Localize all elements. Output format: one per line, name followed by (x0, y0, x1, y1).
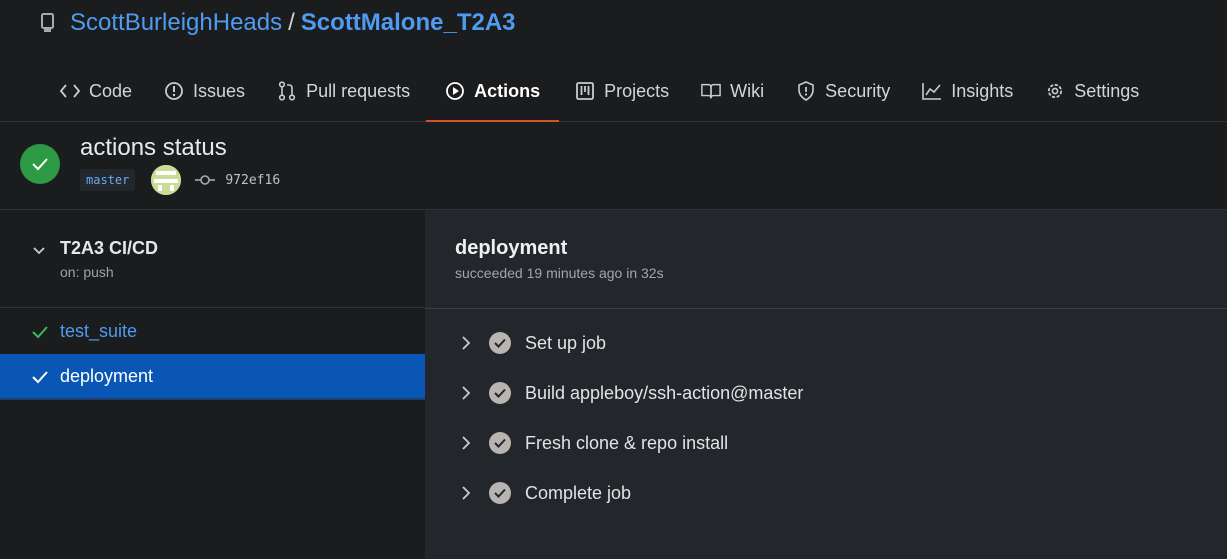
workflow-header[interactable]: T2A3 CI/CD on: push (0, 210, 425, 308)
check-circle-icon (489, 382, 511, 404)
tab-label: Insights (951, 80, 1014, 101)
chevron-right-icon[interactable] (460, 385, 472, 401)
tab-pull-requests[interactable]: Pull requests (261, 66, 426, 116)
repo-icon (40, 12, 58, 34)
code-icon (60, 81, 80, 101)
step-label: Set up job (525, 333, 607, 353)
tab-label: Actions (474, 80, 541, 101)
tab-label: Wiki (730, 80, 765, 101)
step-row[interactable]: Set up job (425, 321, 1227, 365)
check-circle-icon (489, 432, 511, 454)
job-title: deployment (455, 237, 568, 259)
repo-nav-tabs: Code Issues Pull requests Actions Projec… (44, 66, 1155, 122)
tab-label: Issues (193, 80, 246, 101)
workflow-name: T2A3 CI/CD (60, 238, 159, 258)
tab-settings[interactable]: Settings (1029, 66, 1155, 116)
repo-owner-link[interactable]: ScottBurleighHeads (70, 9, 282, 37)
pull-request-icon (277, 81, 297, 101)
run-success-icon (20, 144, 60, 184)
workflow-sidebar: T2A3 CI/CD on: push test_suite deploymen… (0, 210, 425, 559)
gear-icon (1045, 81, 1065, 101)
check-icon (31, 369, 49, 385)
check-circle-icon (489, 332, 511, 354)
run-meta: master 972ef16 (80, 165, 280, 195)
play-icon (445, 81, 465, 101)
step-label: Build appleboy/ssh-action@master (525, 383, 804, 403)
job-item-deployment[interactable]: deployment (0, 354, 425, 400)
step-label: Fresh clone & repo install (525, 433, 729, 453)
job-summary: succeeded 19 minutes ago in 32s (455, 265, 664, 281)
tab-projects[interactable]: Projects (559, 66, 685, 116)
chevron-right-icon[interactable] (460, 485, 472, 501)
chevron-down-icon[interactable] (32, 244, 46, 258)
repo-name-link[interactable]: ScottMalone_T2A3 (301, 9, 516, 37)
step-row[interactable]: Complete job (425, 471, 1227, 515)
tab-security[interactable]: Security (780, 66, 906, 116)
tab-actions[interactable]: Actions (426, 66, 560, 122)
project-icon (575, 81, 595, 101)
shield-icon (796, 81, 816, 101)
run-header: actions status master 972ef16 (0, 122, 1227, 210)
check-circle-icon (489, 482, 511, 504)
job-label: deployment (60, 366, 154, 386)
job-detail-header: deployment succeeded 19 minutes ago in 3… (425, 210, 1227, 309)
commit-sha-link[interactable]: 972ef16 (225, 173, 280, 188)
step-row[interactable]: Build appleboy/ssh-action@master (425, 371, 1227, 415)
step-label: Complete job (525, 483, 632, 503)
tab-issues[interactable]: Issues (148, 66, 261, 116)
avatar[interactable] (151, 165, 182, 195)
graph-icon (922, 81, 942, 101)
job-detail-panel: deployment succeeded 19 minutes ago in 3… (425, 210, 1227, 559)
tab-label: Settings (1074, 80, 1140, 101)
tab-label: Code (89, 80, 133, 101)
workflow-trigger: on: push (60, 264, 114, 280)
run-title: actions status (80, 134, 227, 161)
tab-label: Pull requests (306, 80, 411, 101)
book-icon (701, 81, 721, 101)
repo-separator: / (288, 9, 295, 36)
issue-icon (164, 81, 184, 101)
tab-wiki[interactable]: Wiki (685, 66, 780, 116)
job-label: test_suite (60, 321, 138, 341)
tab-insights[interactable]: Insights (906, 66, 1029, 116)
tab-label: Security (825, 80, 891, 101)
check-icon (31, 324, 49, 340)
tab-label: Projects (604, 80, 670, 101)
chevron-right-icon[interactable] (460, 335, 472, 351)
step-row[interactable]: Fresh clone & repo install (425, 421, 1227, 465)
tab-code[interactable]: Code (44, 66, 148, 116)
repo-header: ScottBurleighHeads / ScottMalone_T2A3 Co… (0, 0, 1227, 122)
branch-badge[interactable]: master (80, 169, 136, 191)
commit-icon (195, 174, 216, 186)
chevron-right-icon[interactable] (460, 435, 472, 451)
job-item-test-suite[interactable]: test_suite (0, 309, 425, 355)
repo-title: ScottBurleighHeads / ScottMalone_T2A3 (40, 8, 516, 38)
